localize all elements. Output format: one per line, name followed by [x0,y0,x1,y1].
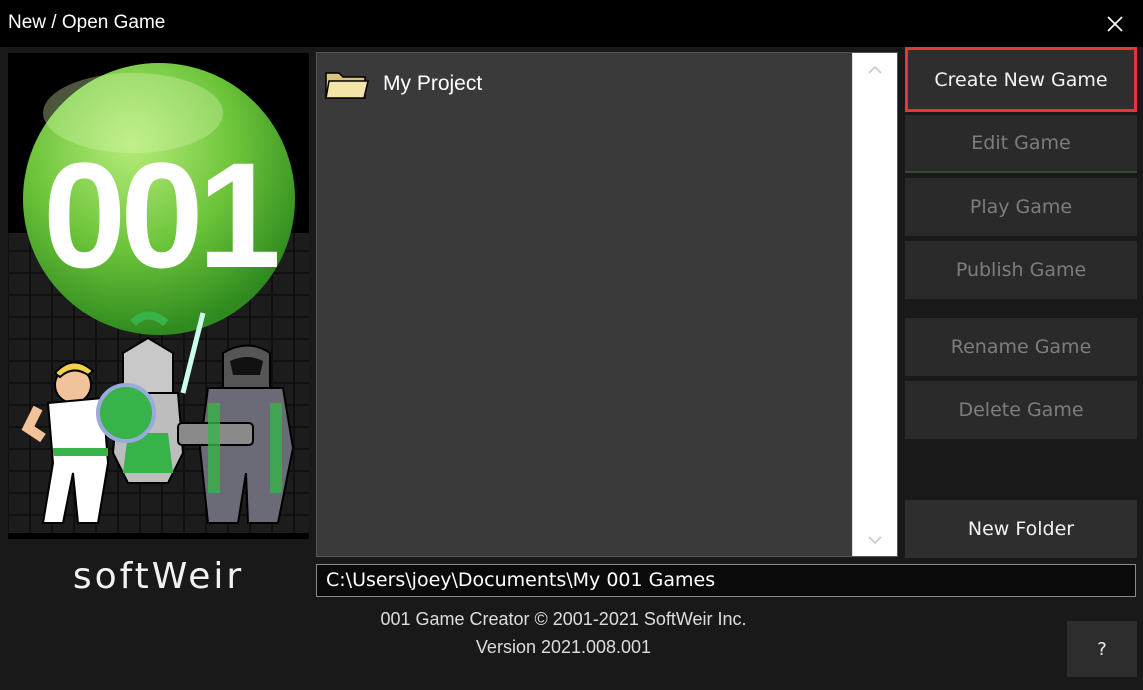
chevron-up-icon [868,65,882,74]
footer-info: 001 Game Creator © 2001-2021 SoftWeir In… [316,605,811,661]
logo-image: 001 [8,53,309,539]
scroll-down-button[interactable] [853,524,897,556]
window-title: New / Open Game [8,12,166,33]
game-list[interactable]: My Project [316,52,898,557]
create-new-game-button[interactable]: Create New Game [905,47,1137,112]
scroll-up-button[interactable] [853,53,897,85]
logo-number: 001 [43,131,278,299]
help-button[interactable]: ? [1067,621,1137,677]
title-bar: New / Open Game [0,0,1143,47]
close-button[interactable] [1087,0,1143,47]
play-game-button[interactable]: Play Game [905,178,1137,236]
list-item[interactable]: My Project [325,69,482,99]
edit-game-button[interactable]: Edit Game [905,115,1137,173]
path-field[interactable]: C:\Users\joey\Documents\My 001 Games [316,564,1136,597]
game-name: My Project [383,72,483,95]
delete-game-button[interactable]: Delete Game [905,381,1137,439]
folder-icon [325,72,369,99]
scrollbar[interactable] [852,53,897,556]
brand-wordmark: softWeir [72,556,245,597]
close-icon [1107,15,1123,32]
publish-game-button[interactable]: Publish Game [905,241,1137,299]
rename-game-button[interactable]: Rename Game [905,318,1137,376]
copyright-text: 001 Game Creator © 2001-2021 SoftWeir In… [380,609,747,629]
chevron-down-icon [868,535,882,544]
version-text: Version 2021.008.001 [475,637,652,657]
new-folder-button[interactable]: New Folder [905,500,1137,558]
